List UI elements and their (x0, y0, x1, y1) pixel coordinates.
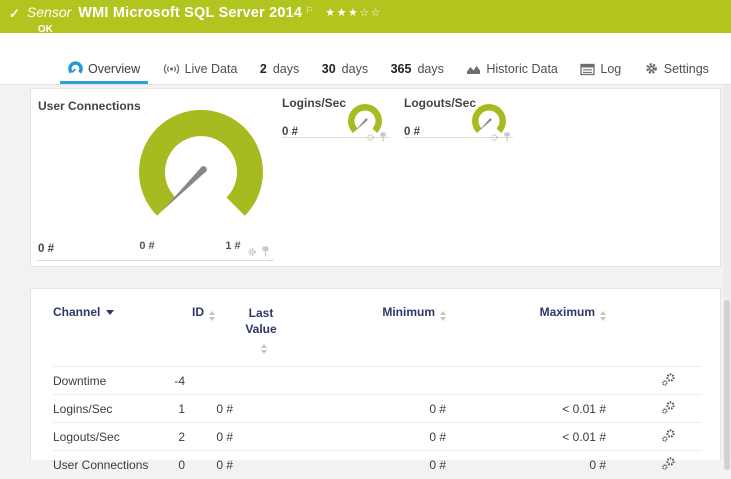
tab-historic-data-label: Historic Data (486, 62, 558, 76)
area-chart-icon (467, 66, 481, 74)
panel-title: Logins/Sec (282, 96, 347, 110)
tab-live-data-label: Live Data (184, 62, 238, 76)
gear-icon[interactable] (247, 247, 257, 257)
channel-table-card: Channel ID Last Value Minimum Maximum Do… (30, 288, 721, 479)
gauge-panel-logins: Logins/Sec 0 # (282, 94, 389, 142)
scrollbar-thumb[interactable] (724, 300, 730, 470)
channel-maximum: < 0.01 # (446, 394, 606, 423)
tab-30-days-number: 30 (321, 62, 336, 76)
channel-table: Channel ID Last Value Minimum Maximum Do… (53, 297, 702, 479)
sensor-title: WMI Microsoft SQL Server 2014 (78, 5, 303, 21)
channel-minimum: 0 # (281, 450, 446, 479)
column-header-last-value[interactable]: Last Value (215, 297, 281, 367)
tab-bar: Overview Live Data 2 days 30 days 365 da… (0, 33, 731, 85)
current-value: 0 # (282, 126, 298, 138)
tab-365-days-label: days (417, 62, 444, 76)
channel-settings-icon[interactable] (661, 456, 676, 471)
tab-settings-label: Settings (663, 61, 709, 76)
gauge-panel-user-connections: User Connections 0 # 1 # 0 # (37, 94, 274, 261)
tab-30-days-label: days (341, 62, 369, 76)
gauge-scale-min: 0 # (139, 240, 155, 252)
channel-id: 1 (173, 394, 215, 423)
tab-365-days[interactable]: 365 days (383, 56, 452, 84)
tab-settings[interactable]: Settings (636, 55, 717, 84)
flag-icon[interactable]: ⚐ (305, 5, 313, 16)
tab-2-days-number: 2 (259, 62, 267, 76)
sort-icon (260, 344, 267, 355)
stars-filled: ★★★ (325, 7, 360, 19)
log-icon (580, 63, 596, 75)
table-row-logouts[interactable]: Logouts/Sec 2 0 # 0 # < 0.01 # (53, 422, 702, 451)
tab-30-days[interactable]: 30 days (314, 56, 376, 84)
table-row-downtime[interactable]: Downtime -4 (53, 366, 702, 395)
tab-log[interactable]: Log (572, 56, 629, 84)
current-value: 0 # (404, 126, 420, 138)
sensor-kind-label: Sensor (26, 4, 72, 20)
channel-id: 0 (173, 450, 215, 479)
channel-maximum (446, 366, 606, 395)
tab-overview-label: Overview (88, 61, 141, 76)
status-badge: OK (37, 24, 53, 36)
channel-last-value: 0 # (215, 422, 281, 451)
tab-2-days[interactable]: 2 days (252, 56, 307, 84)
tab-overview[interactable]: Overview (60, 55, 149, 84)
table-row-logins[interactable]: Logins/Sec 1 0 # 0 # < 0.01 # (53, 394, 702, 423)
sort-icon (600, 311, 606, 321)
tab-log-label: Log (600, 62, 622, 76)
sort-icon (209, 311, 215, 321)
sort-icon (440, 311, 446, 321)
pin-icon[interactable] (379, 132, 387, 142)
column-header-actions (606, 297, 702, 367)
gauges-card: User Connections 0 # 1 # 0 # Logins/Sec … (30, 88, 721, 267)
channel-name[interactable]: Logins/Sec (53, 394, 173, 423)
vertical-scrollbar[interactable] (723, 85, 731, 470)
channel-settings-icon[interactable] (661, 372, 676, 387)
sensor-status-bar: ✓ Sensor WMI Microsoft SQL Server 2014 ⚐… (0, 0, 731, 36)
channel-maximum: 0 # (446, 450, 606, 479)
table-row-user-connections[interactable]: User Connections 0 0 # 0 # 0 # (53, 450, 702, 479)
channel-minimum: 0 # (281, 394, 446, 423)
channel-minimum: 0 # (281, 422, 446, 451)
tab-live-data[interactable]: Live Data (155, 56, 246, 84)
channel-id: -4 (173, 366, 215, 395)
channel-minimum (281, 366, 446, 395)
gear-icon[interactable] (366, 133, 375, 142)
channel-maximum: < 0.01 # (446, 422, 606, 451)
table-header-row: Channel ID Last Value Minimum Maximum (53, 297, 702, 367)
gauge-panel-logouts: Logouts/Sec 0 # (404, 94, 513, 142)
channel-name[interactable]: Downtime (53, 366, 173, 395)
channel-last-value (215, 366, 281, 395)
column-header-id[interactable]: ID (173, 297, 215, 367)
gear-icon (645, 63, 657, 74)
stars-empty: ☆☆ (359, 7, 383, 19)
channel-last-value: 0 # (215, 450, 281, 479)
tab-365-days-number: 365 (390, 62, 412, 76)
column-header-maximum[interactable]: Maximum (446, 297, 606, 367)
broadcast-icon (163, 64, 179, 74)
channel-name[interactable]: User Connections (53, 450, 173, 479)
star-rating[interactable]: ★★★☆☆ (325, 7, 382, 20)
channel-settings-icon[interactable] (661, 428, 676, 443)
gauge-scale-max: 1 # (225, 240, 241, 252)
column-header-minimum[interactable]: Minimum (281, 297, 446, 367)
tab-2-days-label: days (272, 62, 300, 76)
channel-settings-icon[interactable] (661, 400, 676, 415)
channel-last-value: 0 # (215, 394, 281, 423)
column-header-channel[interactable]: Channel (53, 297, 173, 367)
user-connections-gauge (139, 109, 263, 216)
check-icon: ✓ (9, 6, 20, 21)
gear-icon[interactable] (490, 133, 499, 142)
pin-icon[interactable] (261, 246, 270, 257)
pin-icon[interactable] (503, 132, 511, 142)
caret-down-icon (106, 310, 115, 315)
gauge-icon (68, 61, 83, 74)
channel-name[interactable]: Logouts/Sec (53, 422, 173, 451)
panel-title: Logouts/Sec (404, 96, 477, 110)
tab-historic-data[interactable]: Historic Data (458, 56, 566, 84)
channel-id: 2 (173, 422, 215, 451)
current-value: 0 # (38, 243, 54, 255)
